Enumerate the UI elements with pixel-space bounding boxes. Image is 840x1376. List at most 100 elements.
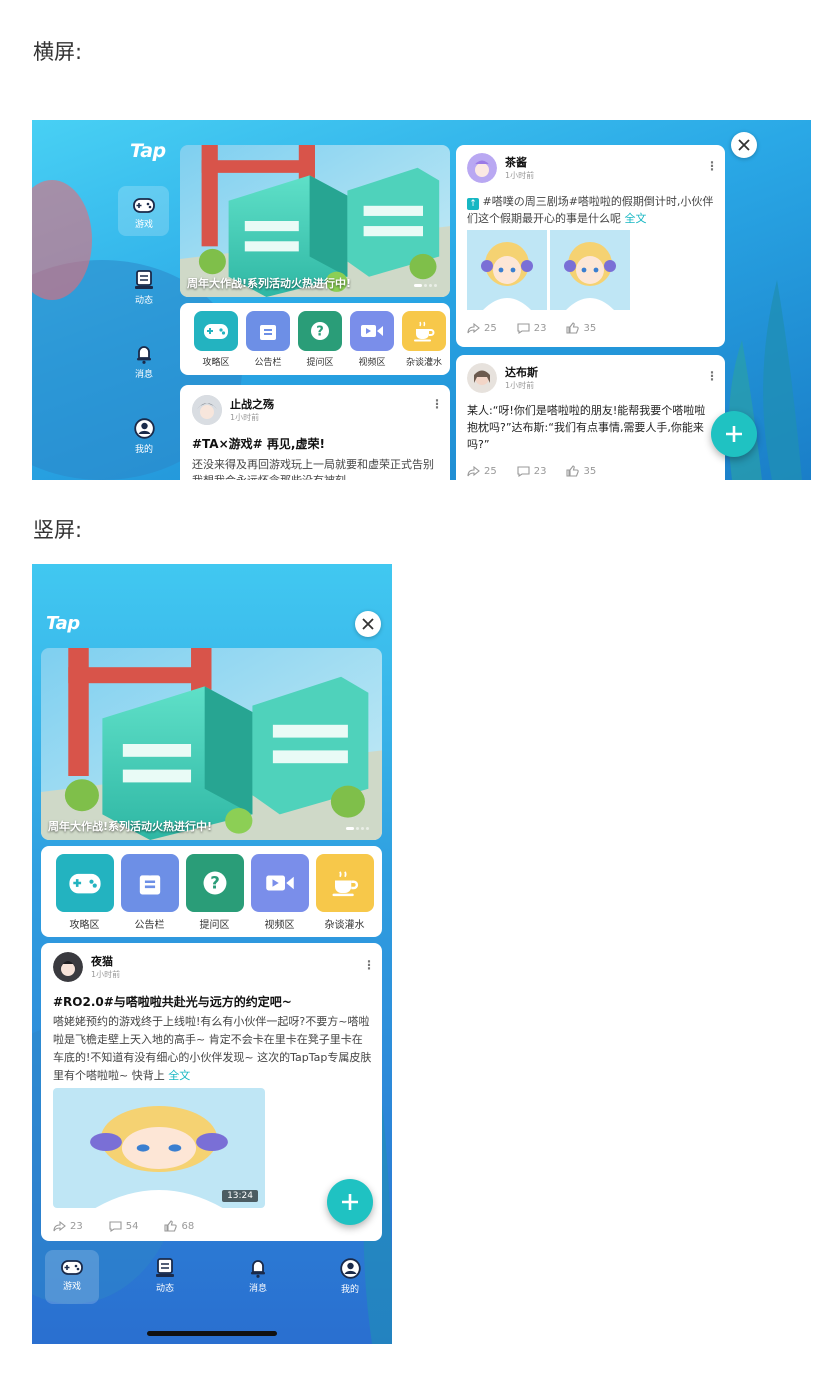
post-body: 嗒姥姥预约的游戏终于上线啦!有么有小伙伴一起呀?不要方~嗒啦啦是飞檐走壁上天入地… <box>53 1015 372 1082</box>
more-options-icon[interactable]: ⋮ <box>706 159 718 173</box>
landscape-label: 横屏: <box>33 40 83 64</box>
post-body: ↑ #嗒噗の周三剧场#嗒啦啦的假期倒计时,小伙伴们这个假期最开心的事是什么呢 全… <box>467 195 714 225</box>
tab-games[interactable]: 游戏 <box>53 1258 91 1292</box>
nav-games-label: 游戏 <box>134 220 153 230</box>
avatar[interactable] <box>467 363 497 393</box>
home-indicator[interactable] <box>147 1331 277 1336</box>
video-duration: 13:24 <box>222 1190 258 1202</box>
category-announcements[interactable]: 公告栏 <box>242 311 294 368</box>
read-more-link[interactable]: 全文 <box>168 1069 190 1082</box>
nav-me-label: 我的 <box>134 445 153 455</box>
tab-messages[interactable]: 消息 <box>239 1258 277 1294</box>
tab-feed-label: 动态 <box>155 1284 174 1294</box>
create-post-button[interactable] <box>327 1179 373 1225</box>
post-author[interactable]: 止战之殇 <box>230 396 274 412</box>
feed-icon <box>156 1258 174 1277</box>
like-button[interactable]: 68 <box>164 1220 194 1232</box>
comment-button[interactable]: 23 <box>517 322 546 334</box>
share-button[interactable]: 23 <box>53 1220 83 1232</box>
post-stats: 25 23 35 <box>467 322 616 334</box>
post-title: #RO2.0#与嗒啦啦共赴光与远方的约定吧~ <box>53 995 292 1009</box>
category-videos[interactable]: 视频区 <box>346 311 398 368</box>
banner-title: 周年大作战!系列活动火热进行中! <box>187 277 352 290</box>
post-image[interactable] <box>550 230 630 310</box>
comment-button[interactable]: 23 <box>517 465 546 477</box>
category-guides[interactable]: 攻略区 <box>190 311 242 368</box>
share-button[interactable]: 25 <box>467 465 497 477</box>
close-icon <box>362 618 374 630</box>
comment-icon <box>109 1220 122 1232</box>
video-thumbnail[interactable]: 13:24 <box>53 1088 265 1208</box>
post-author[interactable]: 茶酱 <box>505 154 527 170</box>
tab-me[interactable]: 我的 <box>331 1258 369 1295</box>
close-button[interactable] <box>731 132 757 158</box>
close-button[interactable] <box>355 611 381 637</box>
more-options-icon[interactable]: ⋮ <box>706 369 718 383</box>
bottom-tab-bar: 游戏 动态 消息 我的 <box>32 1244 392 1304</box>
category-videos-label: 视频区 <box>264 920 295 931</box>
more-options-icon[interactable]: ⋮ <box>431 397 443 411</box>
post-time: 1小时前 <box>230 413 260 422</box>
banner[interactable]: 周年大作战!系列活动火热进行中! <box>180 145 450 297</box>
plus-icon <box>342 1194 358 1210</box>
plus-icon <box>726 426 742 442</box>
post-card-bottom[interactable]: 达布斯 1小时前 ⋮ 某人:“呀!你们是嗒啦啦的朋友!能帮我要个嗒啦啦抱枕吗?”… <box>456 355 725 480</box>
post-author[interactable]: 夜猫 <box>91 953 113 969</box>
category-announcements-label: 公告栏 <box>134 920 165 931</box>
avatar[interactable] <box>467 153 497 183</box>
banner-pagination <box>412 284 440 288</box>
post-card-left[interactable]: 止战之殇 1小时前 ⋮ #TA×游戏# 再见,虚荣! 还没来得及再回游戏玩上一局… <box>180 385 450 480</box>
tab-messages-label: 消息 <box>248 1284 267 1294</box>
like-button[interactable]: 35 <box>566 322 596 334</box>
avatar[interactable] <box>192 395 222 425</box>
create-post-button[interactable] <box>711 411 757 457</box>
video-camera-icon <box>250 854 309 912</box>
banner[interactable]: 周年大作战!系列活动火热进行中! <box>41 648 382 840</box>
nav-messages-label: 消息 <box>134 370 153 380</box>
nav-games[interactable]: 游戏 <box>125 196 163 230</box>
coffee-cup-icon <box>402 311 446 351</box>
category-questions[interactable]: ? 提问区 <box>182 854 247 931</box>
post-image[interactable] <box>467 230 547 310</box>
category-videos-label: 视频区 <box>358 358 386 368</box>
thumbs-up-icon <box>566 322 580 334</box>
category-chat-label: 杂谈灌水 <box>405 358 442 368</box>
category-announcements[interactable]: 公告栏 <box>117 854 182 931</box>
question-icon: ? <box>185 854 244 912</box>
svg-text:?: ? <box>210 874 220 893</box>
close-icon <box>738 139 750 151</box>
post-title: #TA×游戏# 再见,虚荣! <box>192 437 325 451</box>
category-bar: 攻略区 公告栏 ? 提问区 视频区 杂谈灌水 <box>180 303 450 375</box>
comment-icon <box>517 465 530 477</box>
share-icon <box>53 1220 66 1231</box>
comment-button[interactable]: 54 <box>109 1220 138 1232</box>
more-options-icon[interactable]: ⋮ <box>363 958 375 972</box>
notice-board-icon <box>246 311 290 351</box>
category-chat-label: 杂谈灌水 <box>324 920 365 931</box>
tab-feed[interactable]: 动态 <box>146 1258 184 1294</box>
thumbs-up-icon <box>164 1220 178 1232</box>
share-icon <box>467 322 480 333</box>
nav-me[interactable]: 我的 <box>125 418 163 455</box>
read-more-link[interactable]: 全文 <box>625 212 647 225</box>
like-button[interactable]: 35 <box>566 465 596 477</box>
nav-messages[interactable]: 消息 <box>125 344 163 380</box>
portrait-screen: Tap 周年大作战!系列活动火热进行中! 攻略区 公告栏 ? 提问区 视频区 杂… <box>32 564 392 1344</box>
post-time: 1小时前 <box>505 381 535 390</box>
post-card-top[interactable]: 茶酱 1小时前 ⋮ ↑ #嗒噗の周三剧场#嗒啦啦的假期倒计时,小伙伴们这个假期最… <box>456 145 725 347</box>
banner-image <box>41 648 382 840</box>
category-chat[interactable]: 杂谈灌水 <box>398 311 450 368</box>
category-questions-label: 提问区 <box>306 358 334 368</box>
share-button[interactable]: 25 <box>467 322 497 334</box>
post-stats: 25 23 35 <box>467 465 616 477</box>
gamepad-icon <box>194 311 238 351</box>
svg-text:?: ? <box>316 325 324 340</box>
category-videos[interactable]: 视频区 <box>247 854 312 931</box>
tap-logo: Tap <box>46 613 80 634</box>
category-questions[interactable]: ? 提问区 <box>294 311 346 368</box>
category-guides[interactable]: 攻略区 <box>52 854 117 931</box>
avatar[interactable] <box>53 952 83 982</box>
post-author[interactable]: 达布斯 <box>505 364 538 380</box>
nav-feed[interactable]: 动态 <box>125 270 163 306</box>
category-chat[interactable]: 杂谈灌水 <box>312 854 377 931</box>
